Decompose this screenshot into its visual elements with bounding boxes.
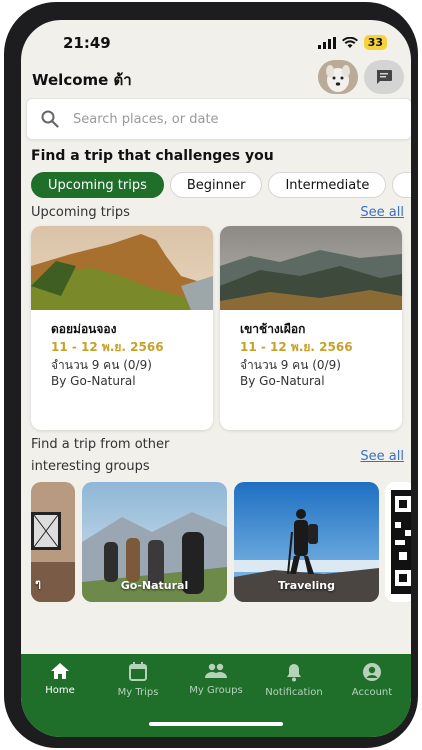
bell-icon — [287, 664, 301, 682]
trip-organizer: By Go-Natural — [240, 374, 325, 388]
trip-card[interactable]: เขาช้างเผือก 11 - 12 พ.ย. 2566 จำนวน 9 ค… — [220, 226, 402, 430]
trip-participants: จำนวน 9 คน (0/9) — [51, 358, 152, 372]
chip-intermediate[interactable]: Intermediate — [268, 172, 387, 198]
search-bar[interactable] — [26, 98, 411, 140]
groups-see-all-link[interactable]: See all — [360, 449, 404, 464]
chip-beginner[interactable]: Beginner — [169, 172, 263, 198]
group-name: ๆ — [35, 577, 41, 590]
groups-label-line2: interesting groups — [31, 459, 150, 474]
group-card[interactable]: ๆ — [31, 482, 75, 602]
chat-icon — [376, 70, 392, 84]
battery-badge: 33 — [363, 35, 387, 50]
calendar-icon — [129, 662, 147, 681]
tab-label: My Trips — [117, 687, 159, 698]
trip-card[interactable]: ดอยม่อนจอง 11 - 12 พ.ย. 2566 จำนวน 9 คน … — [31, 226, 213, 430]
trip-organizer: By Go-Natural — [51, 374, 136, 388]
trip-image-mountain — [31, 226, 213, 310]
trip-image-ridge — [220, 226, 402, 310]
tab-label: My Groups — [189, 685, 243, 696]
phone-frame: 21:49 33 Welcome ต้า Search places, or d… — [4, 2, 418, 748]
account-icon — [363, 663, 381, 681]
group-image-qr-code — [385, 482, 411, 602]
tab-label: Account — [351, 687, 393, 698]
status-icons: 33 — [317, 35, 387, 50]
app-screen: 21:49 33 Welcome ต้า Search places, or d… — [21, 20, 411, 737]
tab-home[interactable]: Home — [21, 654, 99, 737]
home-indicator — [149, 722, 283, 726]
group-card[interactable] — [385, 482, 411, 602]
tab-label: Notification — [265, 687, 323, 698]
group-name: Traveling — [277, 579, 336, 592]
upcoming-see-all-link[interactable]: See all — [360, 205, 404, 220]
signal-icon — [317, 36, 336, 49]
trip-name: เขาช้างเผือก — [240, 322, 306, 336]
dog-avatar-image — [318, 60, 358, 94]
group-card[interactable]: Traveling — [234, 482, 379, 602]
trip-name: ดอยม่อนจอง — [51, 322, 117, 336]
home-icon — [51, 663, 69, 679]
chip-upcoming-trips[interactable]: Upcoming trips — [31, 172, 164, 198]
tab-account[interactable]: Account — [333, 654, 411, 737]
chip-more[interactable] — [392, 172, 411, 198]
status-time: 21:49 — [63, 34, 111, 52]
trip-date: 11 - 12 พ.ย. 2566 — [240, 340, 353, 354]
welcome-title: Welcome ต้า — [32, 71, 132, 89]
groups-label-line1: Find a trip from other — [31, 437, 170, 452]
trip-date: 11 - 12 พ.ย. 2566 — [51, 340, 164, 354]
challenge-title: Find a trip that challenges you — [31, 148, 274, 164]
search-icon — [41, 110, 59, 128]
chat-button[interactable] — [364, 60, 404, 94]
tab-label: Home — [45, 685, 75, 696]
group-name: Go-Natural — [120, 579, 189, 592]
avatar[interactable] — [318, 60, 358, 94]
search-input[interactable] — [73, 111, 373, 127]
filter-chips: Upcoming trips Beginner Intermediate — [31, 172, 411, 198]
groups-icon — [205, 663, 227, 678]
trip-participants: จำนวน 9 คน (0/9) — [240, 358, 341, 372]
upcoming-label: Upcoming trips — [31, 205, 130, 220]
group-card[interactable]: Go-Natural — [82, 482, 227, 602]
wifi-icon — [341, 36, 358, 48]
